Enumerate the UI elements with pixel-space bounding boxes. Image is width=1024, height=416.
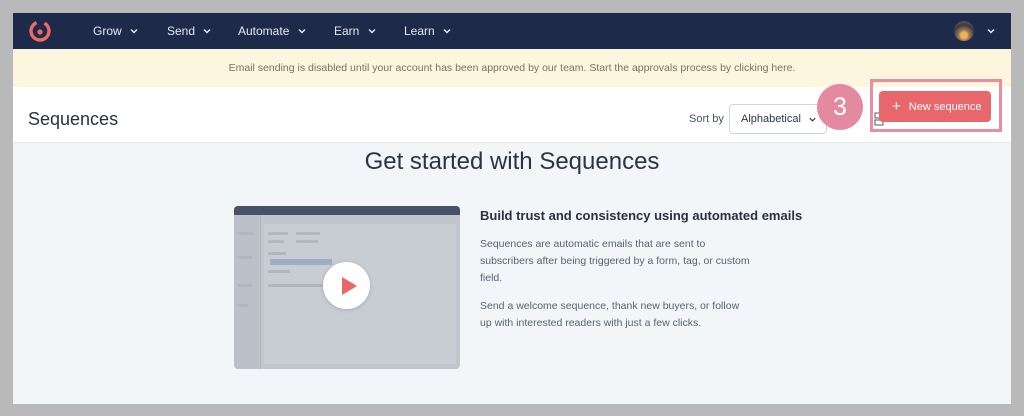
nav-item-automate[interactable]: Automate [238,13,307,49]
chevron-down-icon [368,29,376,34]
chevron-down-icon [443,29,451,34]
plus-icon: + [892,98,901,115]
empty-state-title: Get started with Sequences [364,148,660,175]
play-button[interactable] [323,262,370,309]
nav-item-label: Grow [93,24,122,38]
nav-item-grow[interactable]: Grow [93,13,139,49]
logo-icon[interactable] [28,19,52,43]
page-title: Sequences [28,109,119,129]
nav-item-earn[interactable]: Earn [334,13,377,49]
top-nav: Grow Send Automate Earn Learn [13,13,1011,49]
chevron-down-icon[interactable] [986,26,996,36]
play-icon [342,277,357,295]
chevron-down-icon [130,29,138,34]
nav-item-learn[interactable]: Learn [404,13,452,49]
sort-select[interactable]: Alphabetical [729,104,827,134]
nav-item-label: Learn [404,24,435,38]
new-sequence-button[interactable]: + New sequence [879,91,991,122]
approval-banner[interactable]: Email sending is disabled until your acc… [13,49,1011,87]
chevron-down-icon [809,117,816,122]
avatar[interactable] [954,21,974,41]
empty-state-paragraph-1: Sequences are automatic emails that are … [480,238,750,284]
empty-state-paragraph-2: Send a welcome sequence, thank new buyer… [480,300,740,329]
sort-label: Sort by [689,113,724,125]
sort-select-value: Alphabetical [741,113,801,125]
chevron-down-icon [298,29,306,34]
nav-item-label: Send [167,24,196,38]
new-sequence-label: New sequence [908,101,982,113]
nav-item-label: Automate [238,24,290,38]
nav-item-send[interactable]: Send [167,13,212,49]
empty-state-subtitle: Build trust and consistency using automa… [480,208,803,223]
nav-item-label: Earn [334,24,360,38]
chevron-down-icon [203,29,211,34]
step-number-badge: 3 [817,84,863,130]
